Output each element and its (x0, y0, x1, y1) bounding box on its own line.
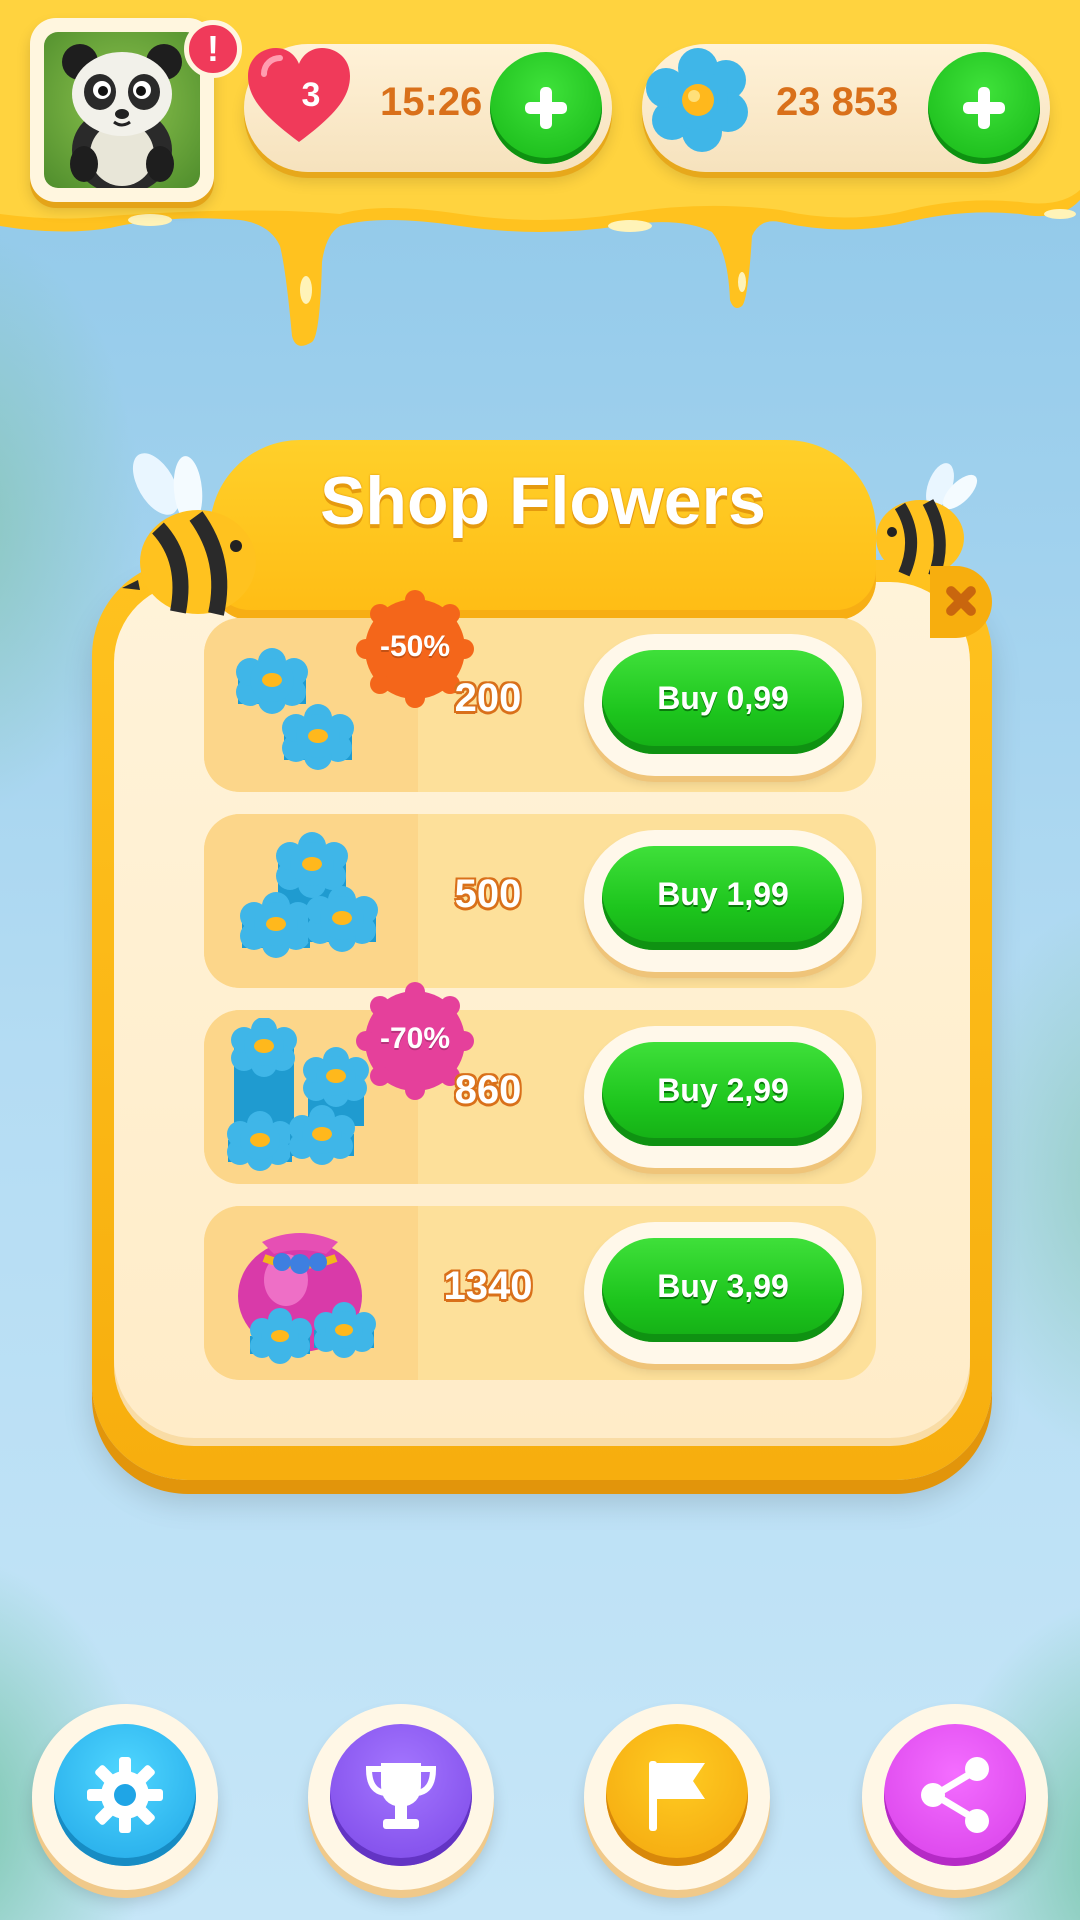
buy-button[interactable]: Buy 3,99 (602, 1238, 844, 1342)
trophy-icon (365, 1763, 437, 1829)
bee-icon (876, 463, 978, 579)
share-button[interactable] (862, 1704, 1048, 1890)
gear-icon (87, 1757, 163, 1833)
discount-label: -70% (379, 1022, 451, 1055)
share-icon (921, 1757, 989, 1833)
buy-button[interactable]: Buy 2,99 (602, 1042, 844, 1146)
settings-button[interactable] (32, 1704, 218, 1890)
flower-amount: 200 (454, 676, 522, 720)
lives-counter: 3 15:26 (244, 44, 612, 172)
add-lives-button[interactable] (490, 52, 602, 164)
add-flowers-button[interactable] (928, 52, 1040, 164)
share-button-core (884, 1724, 1026, 1866)
shop-item-row: -50% 200 Buy 0,99 (204, 590, 876, 792)
shop-item-row: -70% 860 Buy 2,99 (204, 982, 876, 1184)
lives-count: 3 (301, 76, 321, 114)
bee-icon (122, 453, 256, 616)
shop-item-row: 500 Buy 1,99 (204, 814, 876, 988)
lives-timer: 15:26 (380, 80, 483, 124)
buy-button-frame: Buy 2,99 (584, 1026, 862, 1168)
buy-button[interactable]: Buy 1,99 (602, 846, 844, 950)
buy-button-frame: Buy 0,99 (584, 634, 862, 776)
leaderboard-button-core (330, 1724, 472, 1866)
buy-button-frame: Buy 1,99 (584, 830, 862, 972)
flower-sack-icon (238, 1233, 376, 1364)
flower-currency-icon (646, 48, 748, 152)
panda-avatar-icon (44, 32, 200, 188)
flower-amount: 860 (454, 1068, 522, 1112)
buy-button[interactable]: Buy 0,99 (602, 650, 844, 754)
settings-button-core (54, 1724, 196, 1866)
medium-flower-stack-icon (240, 832, 378, 958)
levels-button[interactable] (584, 1704, 770, 1890)
flowers-counter: 23 853 (642, 44, 1050, 172)
alert-badge: ! (184, 20, 242, 78)
shop-item-row: 1340 Buy 3,99 (204, 1206, 876, 1380)
shop-title: Shop Flowers (320, 463, 766, 539)
top-honey-bar: ! 3 15:26 23 853 (0, 0, 1080, 346)
flower-amount: 500 (454, 872, 522, 916)
leaderboard-button[interactable] (308, 1704, 494, 1890)
shop-item-list: -50% 200 Buy 0,99 500 Buy 1,99 -70% 860 … (204, 590, 876, 1402)
levels-button-core (606, 1724, 748, 1866)
flower-amount: 1340 (443, 1264, 533, 1308)
buy-button-frame: Buy 3,99 (584, 1222, 862, 1364)
flag-icon (649, 1761, 705, 1831)
discount-label: -50% (379, 630, 451, 663)
flowers-count: 23 853 (776, 80, 899, 124)
